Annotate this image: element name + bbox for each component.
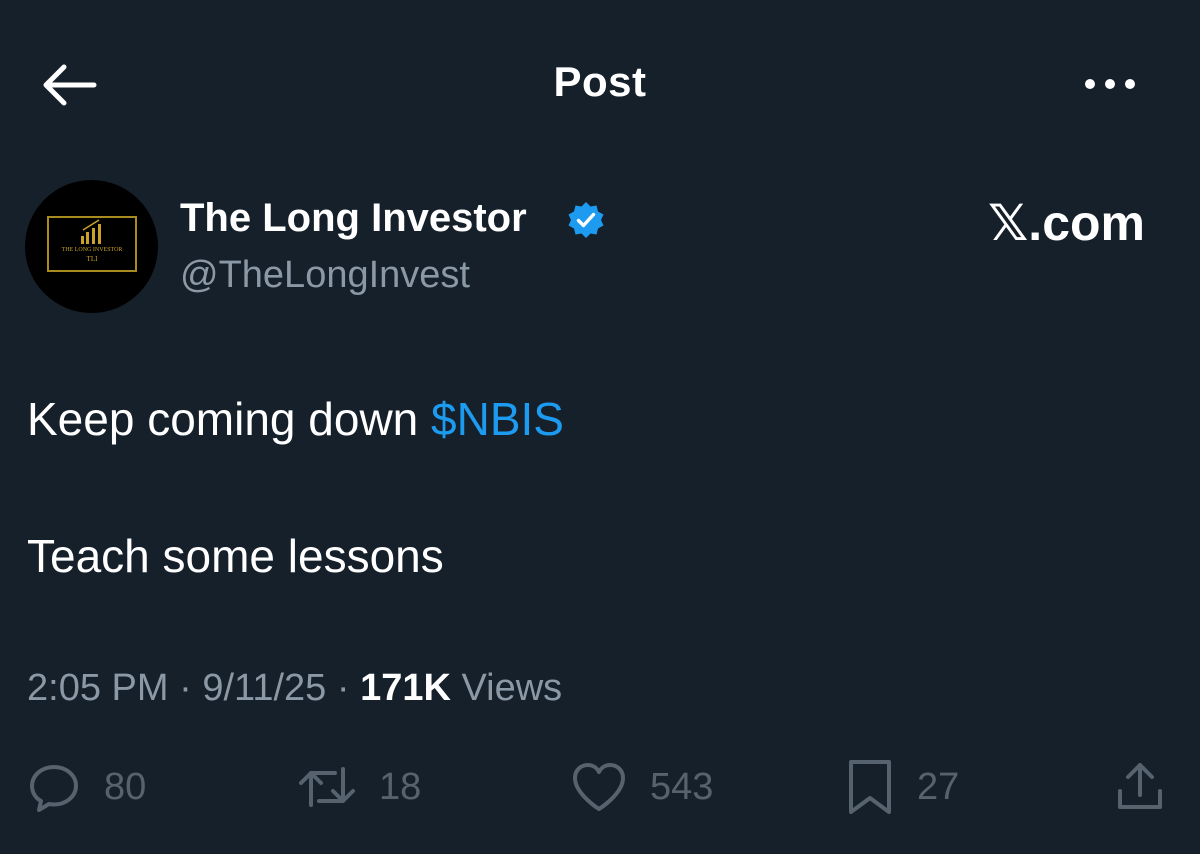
bookmark-count: 27 — [917, 765, 960, 808]
reply-button[interactable]: 80 — [26, 755, 146, 819]
avatar-logo-text: THE LONG INVESTOR — [61, 247, 123, 253]
post-page: Post THE LONG INVESTOR TLI The Long Inve… — [0, 0, 1200, 854]
action-bar: 80 18 543 27 — [0, 755, 1200, 819]
views-count: 171K — [360, 667, 451, 709]
reply-count: 80 — [104, 765, 147, 808]
tweet-text: Keep coming down — [27, 393, 432, 445]
tweet-text-line-2: Teach some lessons — [27, 530, 444, 582]
like-button[interactable]: 543 — [570, 755, 713, 819]
meta-separator: · — [326, 667, 361, 709]
reply-icon — [30, 765, 78, 812]
like-count: 543 — [650, 765, 714, 808]
author-display-name[interactable]: The Long Investor — [180, 196, 527, 241]
tweet-text-line-1: Keep coming down $NBIS — [27, 392, 564, 446]
meta-separator: · — [168, 667, 203, 709]
more-horizontal-icon — [1085, 79, 1135, 89]
page-title: Post — [553, 58, 647, 105]
cashtag-link[interactable]: $NBIS — [431, 393, 564, 445]
repost-button[interactable]: 18 — [297, 755, 421, 819]
heart-icon — [573, 763, 625, 811]
top-bar: Post — [0, 0, 1200, 150]
share-button[interactable] — [1112, 755, 1168, 819]
post-date[interactable]: 9/11/25 — [202, 667, 326, 709]
repost-icon — [299, 767, 355, 807]
avatar-logo-initials: TLI — [86, 255, 98, 263]
verified-badge-icon — [568, 202, 604, 238]
bookmark-button[interactable]: 27 — [845, 755, 959, 819]
avatar[interactable]: THE LONG INVESTOR TLI — [25, 180, 158, 313]
avatar-logo-frame: THE LONG INVESTOR TLI — [47, 216, 137, 272]
more-button[interactable] — [1080, 64, 1140, 104]
share-icon — [1118, 763, 1162, 809]
bookmark-icon — [849, 760, 891, 814]
post-meta: 2:05 PM · 9/11/25 · 171K Views — [27, 667, 562, 710]
post-time[interactable]: 2:05 PM — [27, 667, 169, 709]
views-label: Views — [450, 667, 563, 709]
repost-count: 18 — [379, 765, 422, 808]
x-com-watermark: 𝕏.com — [988, 195, 1145, 251]
author-handle[interactable]: @TheLongInvest — [180, 254, 470, 297]
